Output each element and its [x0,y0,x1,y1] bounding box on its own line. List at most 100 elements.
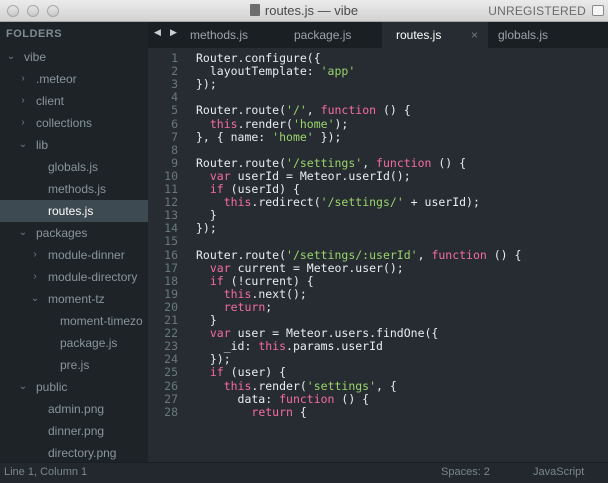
tree-item[interactable]: ⌄ moment-tz [0,288,148,310]
code-line: if (user) { [196,365,286,379]
code-token: Router.route( [196,155,287,170]
tree-item-label: vibe [24,50,47,64]
line-number: 3 [171,77,178,92]
tree-item[interactable]: ⌄ packages [0,222,148,244]
code-token: Router.route( [196,103,287,118]
code-token: () { [486,247,522,262]
code-token: 'home' [272,129,314,144]
line-number: 6 [171,116,178,131]
chevron-right-icon[interactable]: › [18,68,28,90]
indentation-setting[interactable]: Spaces: 2 [441,466,490,478]
window-title-text: routes.js — vibe [264,3,359,18]
tab-routes-js[interactable]: routes.js × [382,22,488,48]
code-token: this [223,286,252,301]
code-line: Router.route('/', function () { [196,103,411,117]
chevron-right-icon[interactable]: › [18,112,28,134]
tree-item[interactable]: moment-timezo [0,310,148,332]
tab-nav-forward-icon[interactable]: ▶ [170,27,177,38]
code-token: } [196,313,217,327]
tree-item[interactable]: package.js [0,332,148,354]
tree-item[interactable]: ⌄ lib [0,134,148,156]
code-line: } [196,208,217,222]
chevron-down-icon[interactable]: ⌄ [6,46,16,68]
chevron-down-icon[interactable]: ⌄ [18,134,28,156]
tree-item[interactable]: ⌄ public [0,376,148,398]
code-token: .next(); [251,286,307,301]
code-line: layoutTemplate: 'app' [196,64,355,78]
code-token: current = Meteor.user(); [230,260,404,275]
editor-window: routes.js — vibe UNREGISTERED FOLDERS ⌄ v… [0,0,608,483]
code-line: } [196,313,217,327]
line-number: 2 [171,64,178,79]
tree-item[interactable]: ⌄ vibe [0,46,148,68]
code-token: if [209,365,224,380]
code-token: }); [196,352,231,367]
tree-item[interactable]: admin.png [0,398,148,420]
tree-item-label: moment-tz [48,292,105,306]
chevron-down-icon[interactable]: ⌄ [18,376,28,398]
code-line: }); [196,221,217,235]
code-token: '/settings/' [320,195,404,210]
chevron-down-icon[interactable]: ⌄ [18,222,28,244]
code-token: '/settings/:userId' [286,247,418,262]
code-line: Router.configure({ [196,51,321,65]
code-token: ); [334,116,349,131]
code-token: 'app' [320,64,356,79]
tree-item[interactable]: › client [0,90,148,112]
tree-item[interactable]: routes.js [0,200,148,222]
code-line: data: function () { [196,391,370,406]
title-bar: routes.js — vibe UNREGISTERED [0,0,608,22]
tree-item[interactable]: dinner.png [0,420,148,442]
code-token: this [223,378,252,393]
chevron-right-icon[interactable]: › [30,266,40,288]
line-number: 25 [164,365,178,380]
line-number: 22 [164,326,178,341]
chevron-right-icon[interactable]: › [30,244,40,266]
tab-package-js[interactable]: package.js [294,22,382,48]
code-token: userId = Meteor.userId(); [230,168,411,183]
tree-item[interactable]: globals.js [0,156,148,178]
code-token: , { [376,378,397,393]
tree-item[interactable]: › module-dinner [0,244,148,266]
tree-item[interactable]: directory.png [0,442,148,462]
line-number: 14 [164,221,178,236]
code-token: () { [431,155,467,170]
code-token: this [223,195,252,210]
chevron-down-icon[interactable]: ⌄ [30,288,40,310]
code-token: .render( [237,116,293,131]
tree-item[interactable]: › .meteor [0,68,148,90]
close-tab-icon[interactable]: × [471,22,478,48]
fullscreen-button[interactable] [592,5,604,16]
code-line: if (userId) { [196,182,300,196]
tab-globals-js[interactable]: globals.js [498,22,598,48]
code-token: '/settings' [286,155,363,170]
chevron-right-icon[interactable]: › [18,90,28,112]
code-line: this.render('home'); [196,116,349,131]
code-token: function [376,155,432,170]
tree-item[interactable]: pre.js [0,354,148,376]
tree-item-label: pre.js [60,358,90,372]
code-line: }, { name: 'home' }); [196,130,341,144]
tree-item-label: collections [36,116,93,130]
line-number: 7 [171,129,178,144]
code-token: }); [313,129,342,144]
tree-item[interactable]: › collections [0,112,148,134]
tab-methods-js[interactable]: methods.js [190,22,290,48]
tree-item[interactable]: › module-directory [0,266,148,288]
code-line: Router.route('/settings/:userId', functi… [196,248,521,262]
code-token: () { [376,103,411,118]
code-line: var current = Meteor.user(); [196,261,404,275]
code-token: () { [334,391,370,406]
line-number: 20 [164,299,178,314]
code-editor[interactable]: 1 Router.configure({2 layoutTemplate: 'ap… [148,48,608,462]
code-token: + userId); [403,195,480,210]
tree-item[interactable]: methods.js [0,178,148,200]
tab-nav-back-icon[interactable]: ◀ [154,27,161,38]
syntax-mode[interactable]: JavaScript [533,466,584,478]
